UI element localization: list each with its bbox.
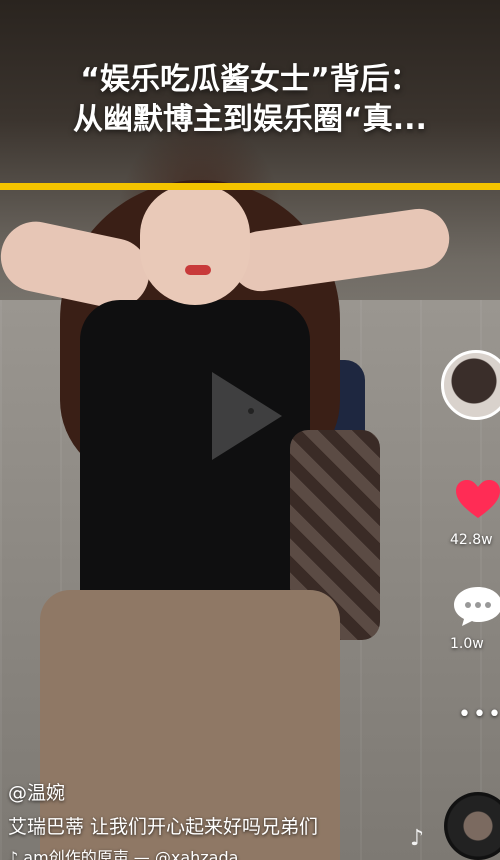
- comment-bubble-icon[interactable]: [452, 585, 500, 627]
- lips: [185, 265, 211, 275]
- headline: “娱乐吃瓜酱女士”背后： 从幽默博主到娱乐圈“真...: [0, 60, 500, 140]
- music-info[interactable]: ♪ am创作的原声 — @xahzada: [8, 844, 238, 860]
- like-count: 42.8w: [450, 532, 493, 548]
- yellow-divider: [0, 183, 500, 190]
- face: [140, 185, 250, 305]
- heart-icon[interactable]: [454, 478, 500, 520]
- caption: 艾瑞巴蒂 让我们开心起来好吗兄弟们: [8, 816, 319, 838]
- comment-count: 1.0w: [450, 636, 484, 652]
- music-note-icon: ♪: [410, 826, 425, 851]
- more-options-icon[interactable]: •••: [458, 702, 500, 727]
- headline-line-1: “娱乐吃瓜酱女士”背后：: [80, 62, 420, 97]
- video-screen: “娱乐吃瓜酱女士”背后： 从幽默博主到娱乐圈“真... 42.8w 1.0w •…: [0, 0, 500, 860]
- play-icon[interactable]: [212, 372, 282, 460]
- play-dot: [248, 408, 254, 414]
- headline-line-2: 从幽默博主到娱乐圈“真...: [73, 102, 427, 137]
- username[interactable]: @温婉: [8, 778, 65, 805]
